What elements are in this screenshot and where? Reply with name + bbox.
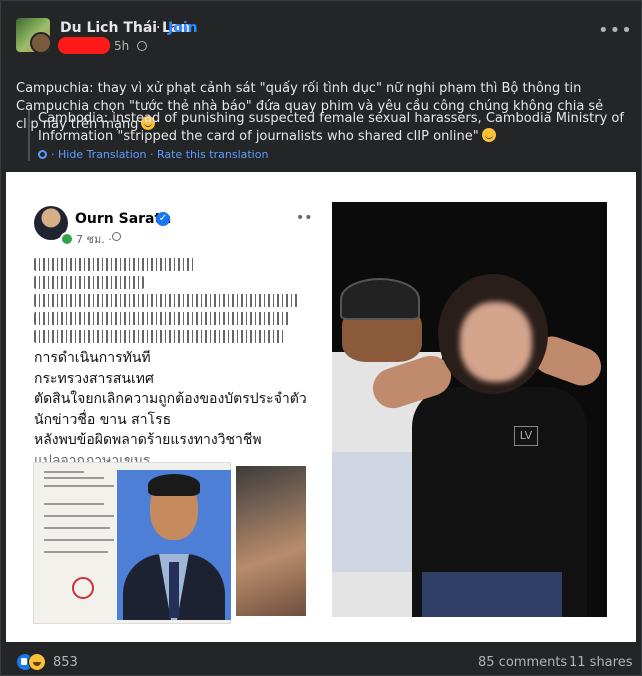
portrait-photo <box>117 470 231 620</box>
thai-line: ตัดสินใจยกเลิกความถูกต้องของบัตรประจำตัว <box>34 391 307 407</box>
shirt-logo: LV <box>514 426 538 446</box>
grin-emoji-icon <box>481 127 496 142</box>
gear-icon <box>38 150 47 159</box>
rate-translation-link[interactable]: · Rate this translation <box>150 148 268 161</box>
thai-line: หลังพบข้อผิดพลาดร้ายแรงทางวิชาชีพ <box>34 432 262 448</box>
side-photo <box>236 466 306 616</box>
thai-line: นักข่าวชื่อ ขาน สาโรธ <box>34 411 172 428</box>
blurred-face <box>460 302 532 382</box>
globe-icon <box>137 41 147 51</box>
arrest-photo: LV <box>332 202 607 617</box>
globe-icon <box>112 232 121 241</box>
embedded-more-icon: •• <box>296 210 313 226</box>
translation-links: · Hide Translation · Rate this translati… <box>38 148 638 161</box>
translation-body: Cambodia: instead of punishing suspected… <box>38 111 624 144</box>
post-time[interactable]: 5h <box>114 39 129 53</box>
translation-block: Cambodia: instead of punishing suspected… <box>28 110 638 161</box>
stamp-seal <box>72 577 94 599</box>
shares-count[interactable]: 11 shares <box>569 655 632 670</box>
helmet <box>340 278 420 320</box>
thai-line: การดำเนินการทันที <box>34 350 151 366</box>
haha-reaction-icon <box>28 653 46 671</box>
khmer-text-block <box>34 256 324 347</box>
thai-text-block: การดำเนินการทันที กระทรวงสารสนเทศ ตัดสิน… <box>34 348 324 471</box>
embedded-post-time: 7 ชม. · <box>76 233 112 246</box>
group-avatar[interactable] <box>16 18 50 52</box>
hide-translation-link[interactable]: · Hide Translation <box>51 148 147 161</box>
more-options-icon[interactable]: ••• <box>598 22 633 40</box>
thai-line: กระทรวงสารสนเทศ <box>34 370 154 387</box>
translation-text: Cambodia: instead of punishing suspected… <box>38 110 638 145</box>
separator-dot: · <box>156 20 161 36</box>
user-avatar[interactable] <box>30 32 50 52</box>
online-indicator <box>60 232 74 246</box>
redacted-author <box>58 37 110 54</box>
comments-count[interactable]: 85 comments <box>478 655 567 670</box>
join-button[interactable]: Join <box>168 20 198 36</box>
verified-badge-icon: ✓ <box>156 212 170 226</box>
reaction-count[interactable]: 853 <box>53 655 78 670</box>
